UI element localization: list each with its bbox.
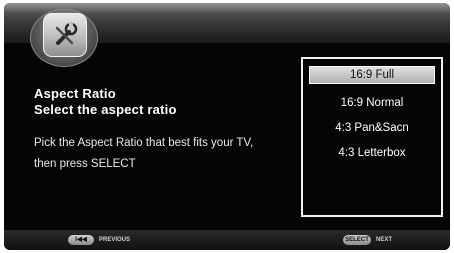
option-16-9-normal[interactable]: 16:9 Normal	[303, 97, 441, 109]
description-line-2: then press SELECT	[34, 158, 136, 170]
description-line-1: Pick the Aspect Ratio that best fits you…	[34, 137, 254, 149]
select-button[interactable]: SELECT	[343, 235, 371, 245]
next-label: NEXT	[376, 237, 393, 243]
wrench-tools-icon	[43, 13, 87, 57]
option-16-9-full[interactable]: 16:9 Full	[309, 66, 435, 84]
bottom-hint-bar: I◀◀ PREVIOUS SELECT NEXT	[4, 230, 450, 250]
aspect-ratio-options-list: 16:9 Full 16:9 Normal 4:3 Pan&Sacn 4:3 L…	[301, 57, 443, 217]
tv-menu-screen: Aspect Ratio Select the aspect ratio Pic…	[4, 3, 450, 250]
previous-button[interactable]: I◀◀	[68, 235, 94, 245]
option-4-3-letterbox[interactable]: 4:3 Letterbox	[303, 147, 441, 159]
page-subtitle: Select the aspect ratio	[34, 102, 177, 117]
option-4-3-pan-scan[interactable]: 4:3 Pan&Sacn	[303, 122, 441, 134]
previous-label: PREVIOUS	[99, 237, 131, 243]
page-title: Aspect Ratio	[34, 86, 116, 101]
